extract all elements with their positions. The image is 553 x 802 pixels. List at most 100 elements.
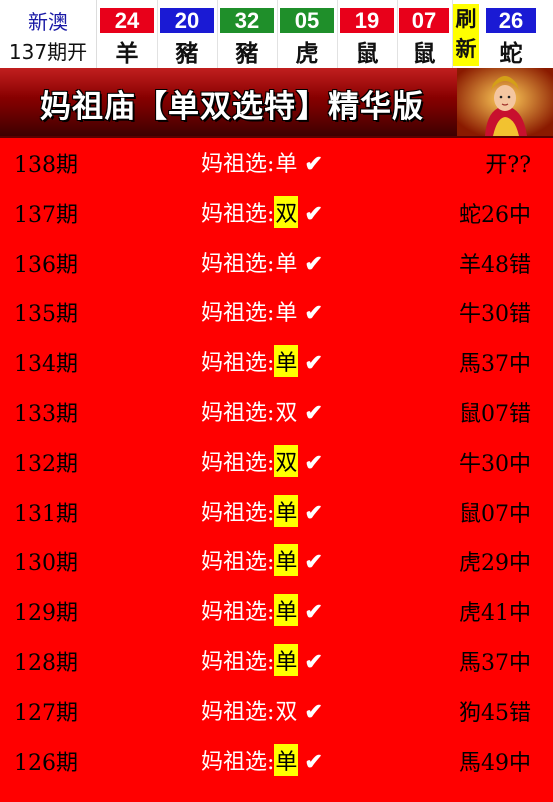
draw-ball: 20 豬 — [157, 0, 218, 68]
pick-value: 单 — [274, 643, 299, 676]
result-text: 馬37中 — [459, 650, 531, 676]
check-icon: ✔ — [304, 648, 323, 675]
list-item: 137期 妈祖选:双 ✔ 蛇26中 — [0, 188, 553, 238]
pick-text: 妈祖选:单 ✔ — [201, 146, 323, 178]
check-icon: ✔ — [304, 748, 323, 775]
pick-value: 单 — [274, 544, 299, 577]
period-number: 132期 — [14, 451, 78, 477]
pick-text: 妈祖选:单 ✔ — [201, 594, 323, 627]
pick-prefix: 妈祖选: — [201, 600, 275, 626]
pick-prefix: 妈祖选: — [201, 251, 275, 277]
ball-number: 05 — [280, 8, 334, 33]
list-item: 134期 妈祖选:单 ✔ 馬37中 — [0, 337, 553, 387]
list-item: 138期 妈祖选:单 ✔ 开?? — [0, 138, 553, 188]
result-text: 鼠07中 — [459, 501, 531, 527]
pick-prefix: 妈祖选: — [201, 749, 275, 775]
special-ball-number: 26 — [486, 8, 536, 33]
draw-ball: 19 鼠 — [337, 0, 398, 68]
pick-text: 妈祖选:单 ✔ — [201, 345, 323, 378]
draw-ball: 07 鼠 — [396, 0, 453, 68]
check-icon: ✔ — [304, 350, 323, 377]
list-item: 128期 妈祖选:单 ✔ 馬37中 — [0, 636, 553, 686]
period-number: 127期 — [14, 700, 78, 726]
pick-text: 妈祖选:单 ✔ — [201, 295, 323, 327]
ball-number: 24 — [100, 8, 154, 33]
period-number: 138期 — [14, 153, 78, 178]
pick-value: 双 — [274, 444, 299, 477]
ball-number: 07 — [399, 8, 449, 33]
special-ball: 26 蛇 — [483, 0, 539, 68]
check-icon: ✔ — [304, 698, 323, 725]
check-icon: ✔ — [304, 599, 323, 626]
pick-value: 单 — [275, 152, 298, 177]
title-banner: 妈祖庙【单双选特】精华版 — [0, 68, 553, 138]
pick-text: 妈祖选:单 ✔ — [201, 246, 323, 278]
refresh-button[interactable]: 刷 新 — [453, 4, 479, 66]
result-text: 虎41中 — [459, 601, 531, 627]
ball-zodiac: 羊 — [115, 41, 139, 67]
result-text: 虎29中 — [459, 551, 531, 577]
result-text: 牛30中 — [459, 451, 531, 477]
period-number: 128期 — [14, 650, 78, 676]
period-number: 136期 — [14, 252, 78, 278]
ball-zodiac: 鼠 — [412, 41, 436, 67]
region-label: 新澳 — [28, 10, 68, 34]
result-text: 鼠07错 — [459, 401, 531, 427]
result-text: 狗45错 — [459, 700, 531, 726]
pick-prefix: 妈祖选: — [201, 152, 275, 177]
result-text: 馬49中 — [459, 750, 531, 776]
pick-prefix: 妈祖选: — [201, 400, 275, 426]
pick-value: 单 — [275, 301, 298, 327]
ball-zodiac: 豬 — [175, 41, 199, 67]
ball-zodiac: 豬 — [235, 41, 259, 67]
list-item: 135期 妈祖选:单 ✔ 牛30错 — [0, 287, 553, 337]
draw-ball: 24 羊 — [97, 0, 158, 68]
pick-value: 单 — [275, 251, 298, 277]
pick-value: 单 — [274, 345, 299, 378]
period-number: 133期 — [14, 401, 78, 427]
pick-text: 妈祖选:单 ✔ — [201, 643, 323, 676]
pick-prefix: 妈祖选: — [201, 550, 275, 576]
pick-text: 妈祖选:双 ✔ — [201, 694, 323, 726]
pick-value: 单 — [274, 743, 299, 776]
period-number: 131期 — [14, 501, 78, 527]
result-text: 馬37中 — [459, 352, 531, 378]
list-item: 131期 妈祖选:单 ✔ 鼠07中 — [0, 487, 553, 537]
draw-ball: 05 虎 — [277, 0, 338, 68]
pick-value: 双 — [275, 699, 298, 725]
list-item: 130期 妈祖选:单 ✔ 虎29中 — [0, 536, 553, 586]
pick-text: 妈祖选:单 ✔ — [201, 494, 323, 527]
check-icon: ✔ — [304, 399, 323, 426]
refresh-char-2: 新 — [455, 37, 477, 61]
ball-zodiac: 鼠 — [355, 41, 379, 67]
result-text: 羊48错 — [459, 252, 531, 278]
result-text: 开?? — [485, 153, 531, 178]
period-number: 129期 — [14, 601, 78, 627]
period-number: 126期 — [14, 750, 78, 776]
check-icon: ✔ — [304, 300, 323, 327]
ball-zodiac: 虎 — [295, 41, 319, 67]
period-label: 137期开 — [8, 40, 88, 64]
result-text: 牛30错 — [459, 302, 531, 328]
draw-label: 新澳 137期开 — [0, 0, 97, 68]
check-icon: ✔ — [304, 250, 323, 277]
list-item: 132期 妈祖选:双 ✔ 牛30中 — [0, 437, 553, 487]
pick-prefix: 妈祖选: — [201, 500, 275, 526]
pick-text: 妈祖选:双 ✔ — [201, 444, 323, 477]
result-text: 蛇26中 — [459, 202, 531, 228]
pick-prefix: 妈祖选: — [201, 450, 275, 476]
ball-number: 32 — [220, 8, 274, 33]
pick-prefix: 妈祖选: — [201, 201, 275, 227]
pick-prefix: 妈祖选: — [201, 699, 275, 725]
pick-text: 妈祖选:双 ✔ — [201, 395, 323, 427]
list-item: 133期 妈祖选:双 ✔ 鼠07错 — [0, 387, 553, 437]
period-number: 130期 — [14, 551, 78, 577]
goddess-portrait-image — [457, 68, 553, 136]
list-item: 127期 妈祖选:双 ✔ 狗45错 — [0, 686, 553, 736]
pick-text: 妈祖选:单 ✔ — [201, 743, 323, 776]
draw-ball: 32 豬 — [217, 0, 278, 68]
check-icon: ✔ — [304, 200, 323, 227]
refresh-char-1: 刷 — [455, 7, 477, 31]
banner-title: 妈祖庙【单双选特】精华版 — [40, 89, 424, 125]
pick-prefix: 妈祖选: — [201, 301, 275, 327]
